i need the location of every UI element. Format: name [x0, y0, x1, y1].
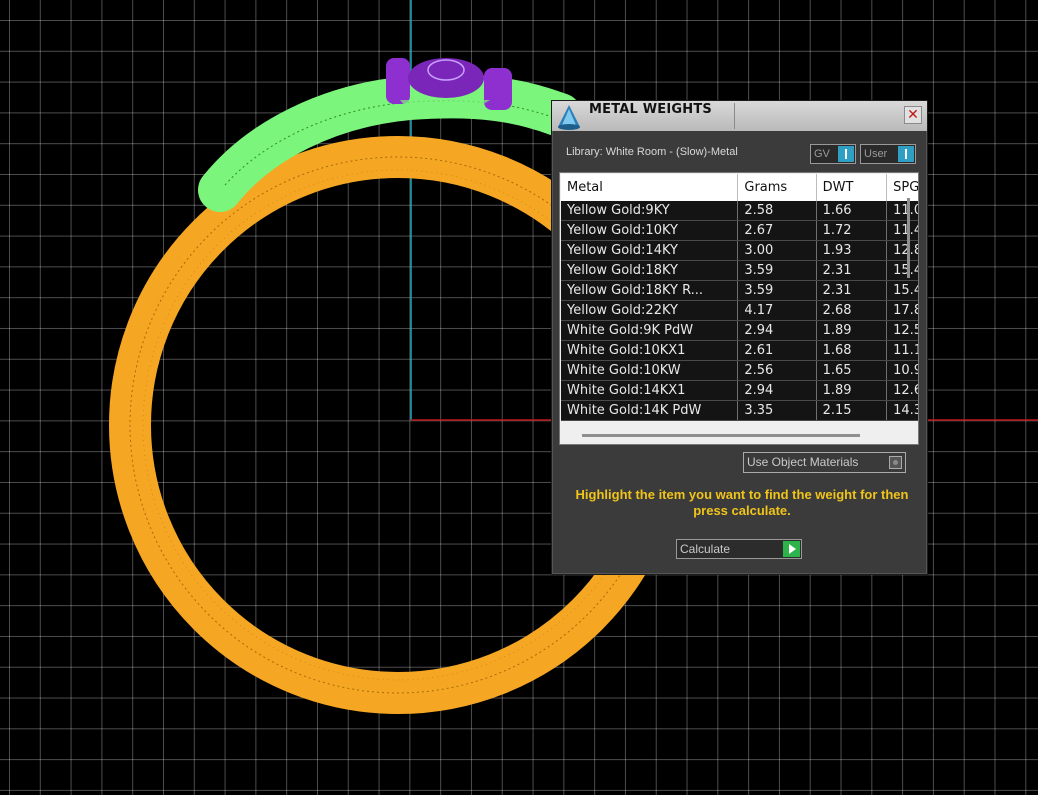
dialog-titlebar[interactable]: METAL WEIGHTS ✕: [552, 101, 927, 131]
spg-cell: 12.88: [886, 240, 918, 261]
horizontal-scroll-thumb[interactable]: [582, 434, 860, 437]
table-row[interactable]: Yellow Gold:18KY R...3.592.3115.41: [561, 280, 918, 301]
spg-cell: 12.59: [886, 320, 918, 341]
dwt-cell: 1.66: [816, 201, 888, 221]
metal-cell: Yellow Gold:9KY: [561, 201, 739, 221]
column-header-metal[interactable]: Metal: [561, 174, 739, 201]
metal-table-grid: Metal Grams DWT SPG Yellow Gold:9KY 2.58 1…: [561, 174, 918, 421]
metal-cell: Yellow Gold:14KY: [561, 240, 739, 261]
play-icon: [783, 541, 800, 557]
grams-cell: 2.61: [737, 340, 817, 361]
app-logo-icon: [558, 105, 580, 130]
grams-cell: 3.59: [737, 280, 817, 301]
radio-icon[interactable]: [889, 456, 902, 469]
horizontal-scrollbar[interactable]: [560, 421, 918, 444]
metal-cell: White Gold:10KX1: [561, 340, 739, 361]
use-object-materials-option[interactable]: Use Object Materials: [743, 452, 906, 473]
table-row[interactable]: Yellow Gold:18KY3.592.3115.41: [561, 260, 918, 281]
table-row[interactable]: White Gold:10KW2.561.6510.99: [561, 360, 918, 381]
setting-cup: [408, 58, 484, 98]
calculate-label: Calculate: [680, 542, 731, 556]
grams-cell: 3.00: [737, 240, 817, 261]
table-row[interactable]: White Gold:14KX12.941.8912.61: [561, 380, 918, 401]
table-row[interactable]: Yellow Gold:14KY3.001.9312.88: [561, 240, 918, 261]
table-row[interactable]: White Gold:14K PdW3.352.1514.37: [561, 400, 918, 421]
use-object-materials-label: Use Object Materials: [747, 455, 859, 469]
toggle-icon: [898, 146, 914, 162]
user-toggle-label: User: [864, 148, 888, 160]
spg-cell: 11.08: [886, 201, 918, 221]
dwt-cell: 1.72: [816, 220, 888, 241]
close-icon[interactable]: ✕: [904, 106, 922, 124]
spg-cell: 15.41: [886, 260, 918, 281]
spg-cell: 11.18: [886, 340, 918, 361]
titlebar-divider: [734, 103, 735, 129]
table-row[interactable]: Yellow Gold:22KY4.172.6817.89: [561, 300, 918, 321]
spg-cell: 12.61: [886, 380, 918, 401]
column-header-grams[interactable]: Grams: [737, 174, 817, 201]
vertical-scroll-thumb[interactable]: [907, 198, 910, 278]
dwt-cell: 1.89: [816, 380, 888, 401]
user-toggle[interactable]: User: [860, 144, 916, 164]
table-header-row: Metal Grams DWT SPG: [561, 174, 918, 201]
prong-right: [484, 68, 512, 110]
column-header-dwt[interactable]: DWT: [816, 174, 888, 201]
metal-cell: White Gold:9K PdW: [561, 320, 739, 341]
grams-cell: 4.17: [737, 300, 817, 321]
grams-cell: 2.67: [737, 220, 817, 241]
dwt-cell: 1.68: [816, 340, 888, 361]
dwt-cell: 1.65: [816, 360, 888, 381]
spg-cell: 10.99: [886, 360, 918, 381]
grams-cell: 2.56: [737, 360, 817, 381]
dwt-cell: 2.31: [816, 260, 888, 281]
table-row[interactable]: Yellow Gold:9KY2.581.6611.08: [561, 201, 918, 221]
metal-cell: Yellow Gold:22KY: [561, 300, 739, 321]
metal-cell: Yellow Gold:10KY: [561, 220, 739, 241]
table-row[interactable]: White Gold:10KX12.611.6811.18: [561, 340, 918, 361]
gv-toggle[interactable]: GV: [810, 144, 856, 164]
dwt-cell: 2.31: [816, 280, 888, 301]
grams-cell: 2.94: [737, 380, 817, 401]
table-row[interactable]: White Gold:9K PdW2.941.8912.59: [561, 320, 918, 341]
spg-cell: 17.89: [886, 300, 918, 321]
metal-cell: White Gold:10KW: [561, 360, 739, 381]
metal-table[interactable]: Metal Grams DWT SPG Yellow Gold:9KY 2.58 1…: [559, 172, 919, 445]
grams-cell: 2.94: [737, 320, 817, 341]
dwt-cell: 1.89: [816, 320, 888, 341]
metal-weights-dialog: METAL WEIGHTS ✕ Library: White Room - (S…: [551, 100, 928, 575]
metal-cell: White Gold:14K PdW: [561, 400, 739, 421]
gv-toggle-label: GV: [814, 148, 830, 160]
grams-cell: 3.35: [737, 400, 817, 421]
dwt-cell: 1.93: [816, 240, 888, 261]
dwt-cell: 2.15: [816, 400, 888, 421]
dialog-title: METAL WEIGHTS: [589, 102, 712, 117]
instruction-text: Highlight the item you want to find the …: [575, 487, 909, 518]
grams-cell: 3.59: [737, 260, 817, 281]
metal-cell: White Gold:14KX1: [561, 380, 739, 401]
library-label: Library: White Room - (Slow)-Metal: [566, 146, 738, 158]
prong-left: [386, 58, 410, 104]
dwt-cell: 2.68: [816, 300, 888, 321]
toggle-icon: [838, 146, 854, 162]
spg-cell: 14.37: [886, 400, 918, 421]
spg-cell: 11.45: [886, 220, 918, 241]
metal-cell: Yellow Gold:18KY R...: [561, 280, 739, 301]
spg-cell: 15.41: [886, 280, 918, 301]
column-header-spg[interactable]: SPG: [886, 174, 918, 201]
table-row[interactable]: Yellow Gold:10KY2.671.7211.45: [561, 220, 918, 241]
calculate-button[interactable]: Calculate: [676, 539, 802, 559]
grams-cell: 2.58: [737, 201, 817, 221]
metal-cell: Yellow Gold:18KY: [561, 260, 739, 281]
